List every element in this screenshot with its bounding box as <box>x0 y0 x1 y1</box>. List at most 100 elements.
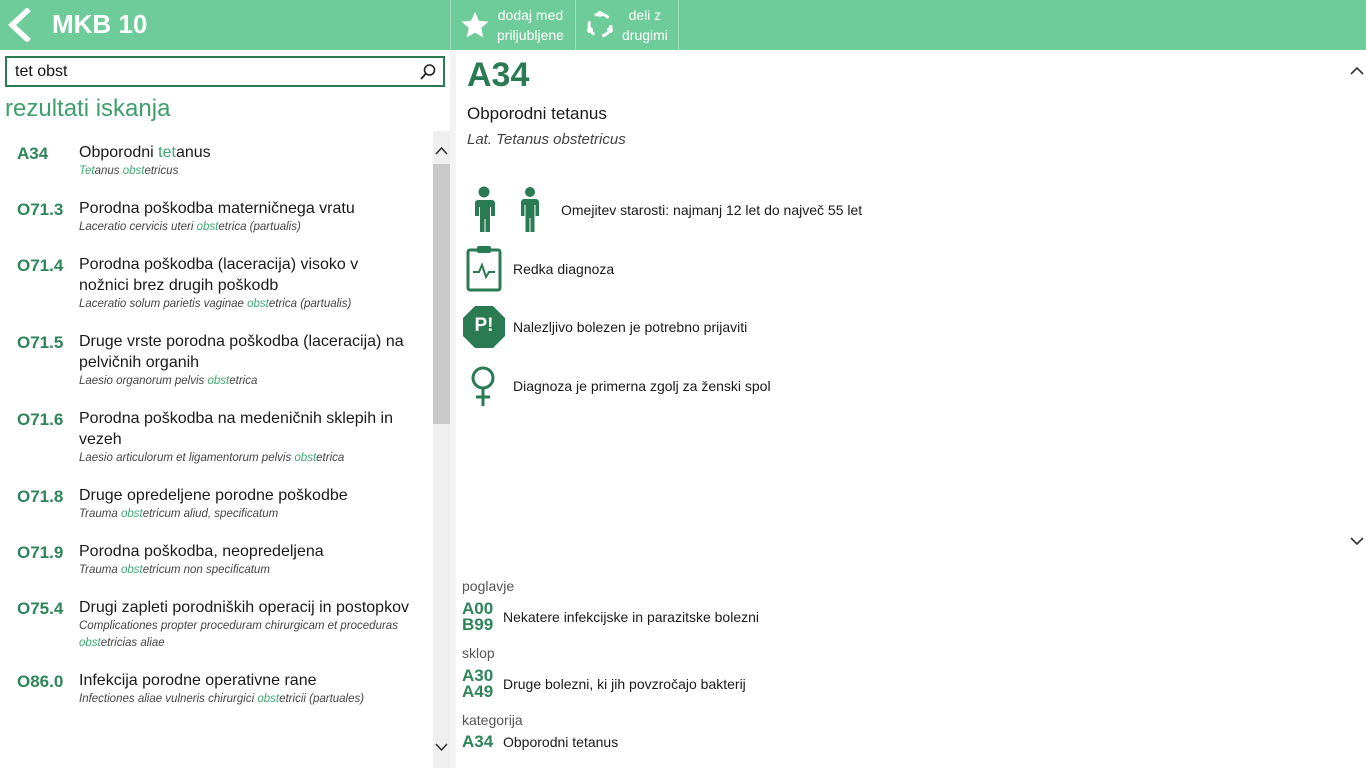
chapter-to-code: B99 <box>462 615 494 634</box>
female-only-row: Diagnoza je primerna zgolj za ženski spo… <box>462 364 771 408</box>
result-item[interactable]: O71.9 Porodna poškodba, neopredeljena Trau… <box>0 541 430 579</box>
result-body: Obporodni tetanus Tetanus obstetricus <box>79 142 409 180</box>
result-code: O71.3 <box>17 200 64 219</box>
result-latin-text: Infectiones aliae vulneris chirurgici <box>79 693 258 705</box>
result-latin-match: obst <box>79 637 101 649</box>
notifiable-badge-icon: P! <box>462 305 506 349</box>
result-code: O71.5 <box>17 333 64 352</box>
result-title-match: tet <box>158 144 176 161</box>
result-latin-match: obst <box>120 564 143 576</box>
result-body: Druge vrste porodna poškodba (laceracija… <box>79 331 409 390</box>
result-item[interactable]: O75.4 Drugi zapleti porodniških operacij … <box>0 597 430 652</box>
result-latin-text: Laceratio cervicis uteri <box>79 221 197 233</box>
result-item[interactable]: O71.3 Porodna poškodba materničnega vratu… <box>0 198 430 236</box>
result-code: O71.9 <box>17 543 64 562</box>
result-title: Druge vrste porodna poškodba (laceracija… <box>79 331 409 373</box>
result-code: O71.6 <box>17 410 64 429</box>
result-latin: Laceratio cervicis uteri obstetrica (par… <box>79 219 409 236</box>
detail-scroll-down-icon[interactable] <box>1349 532 1365 550</box>
scroll-down-icon[interactable] <box>434 738 449 756</box>
result-latin-text: Trauma <box>79 564 121 576</box>
share-label: deli z drugimi <box>622 7 668 43</box>
notifiable-badge-text: P! <box>474 315 494 336</box>
result-latin-text: Complicationes propter proceduram chirur… <box>79 620 398 632</box>
result-title: Porodna poškodba na medeničnih sklepih i… <box>79 408 409 450</box>
result-title-text: Porodna poškodba na medeničnih sklepih i… <box>79 410 393 448</box>
result-latin: Laesio articulorum et ligamentorum pelvi… <box>79 450 409 467</box>
scroll-up-icon[interactable] <box>434 142 449 160</box>
result-item[interactable]: O71.6 Porodna poškodba na medeničnih skle… <box>0 408 430 467</box>
result-latin-match: obst <box>196 221 219 233</box>
result-latin: Infectiones aliae vulneris chirurgici ob… <box>79 691 409 708</box>
result-latin-text: etricii (partuales) <box>279 693 365 705</box>
age-restriction-row: Omejitev starosti: najmanj 12 let do naj… <box>462 186 862 234</box>
chapter-name: Nekatere infekcijske in parazitske bolez… <box>503 609 760 625</box>
result-code: O75.4 <box>17 599 64 618</box>
result-latin-match: Tet <box>79 165 95 177</box>
result-code: O86.0 <box>17 672 64 691</box>
search-box <box>5 56 445 87</box>
detail-latin-name: Lat. Tetanus obstetricus <box>467 131 626 148</box>
block-link[interactable]: A30 A49 Druge bolezni, ki jih povzročajo… <box>462 667 746 700</box>
result-item[interactable]: O71.4 Porodna poškodba (laceracija) visok… <box>0 254 430 313</box>
result-latin-text: etricum non specificatum <box>142 564 270 576</box>
result-latin-text: etricum aliud, specificatum <box>142 508 279 520</box>
result-latin: Tetanus obstetricus <box>79 163 409 180</box>
result-item[interactable]: O71.8 Druge opredeljene porodne poškodbe T… <box>0 485 430 523</box>
result-latin-text: etricias aliae <box>100 637 165 649</box>
clipboard-pulse-icon <box>462 245 506 293</box>
notifiable-disease-text: Nalezljivo bolezen je potrebno prijaviti <box>513 319 748 335</box>
app-title: MKB 10 <box>52 9 148 39</box>
result-latin: Trauma obstetricum aliud, specificatum <box>79 506 409 523</box>
result-title-text: Druge vrste porodna poškodba (laceracija… <box>79 333 404 371</box>
result-title-text: Infekcija porodne operativne rane <box>79 672 317 689</box>
result-title: Infekcija porodne operativne rane <box>79 670 409 691</box>
chapter-link[interactable]: A00 B99 Nekatere infekcijske in parazits… <box>462 600 760 634</box>
notifiable-disease-row: P! Nalezljivo bolezen je potrebno prijav… <box>462 305 747 349</box>
result-title-text: Porodna poškodba, neopredeljena <box>79 543 324 560</box>
result-code: O71.4 <box>17 256 64 275</box>
rare-diagnosis-row: Redka diagnoza <box>462 245 614 293</box>
result-latin-match: obst <box>120 508 143 520</box>
result-body: Porodna poškodba, neopredeljena Trauma ob… <box>79 541 409 579</box>
result-latin-text: etrica <box>229 375 258 387</box>
result-code: A34 <box>17 144 49 163</box>
child-adult-icon <box>462 186 552 234</box>
result-latin-text: etrica <box>316 452 345 464</box>
result-latin-text: etrica (partualis) <box>218 221 301 233</box>
block-label: sklop <box>462 645 495 661</box>
result-title: Porodna poškodba materničnega vratu <box>79 198 409 219</box>
category-link[interactable]: A34 Obporodni tetanus <box>462 733 618 750</box>
result-body: Porodna poškodba na medeničnih sklepih i… <box>79 408 409 467</box>
share-button[interactable]: deli z drugimi <box>575 0 679 50</box>
result-title: Druge opredeljene porodne poškodbe <box>79 485 409 506</box>
panel-divider <box>450 50 456 768</box>
result-title-text: Porodna poškodba materničnega vratu <box>79 200 355 217</box>
result-latin-match: obst <box>247 298 269 310</box>
detail-title: Obporodni tetanus <box>467 104 607 123</box>
result-title-text: Porodna poškodba (laceracija) visoko v n… <box>79 256 359 294</box>
result-latin-match: obst <box>122 165 145 177</box>
result-title-text: anus <box>175 144 211 161</box>
search-input[interactable] <box>7 58 407 85</box>
category-label: kategorija <box>462 712 523 728</box>
result-title-text: Druge opredeljene porodne poškodbe <box>79 487 348 504</box>
result-latin-text: etricus <box>144 165 179 177</box>
result-latin-text: etrica (partualis) <box>268 298 352 310</box>
add-to-favorites-button[interactable]: dodaj med priljubljene <box>450 0 575 50</box>
result-latin: Trauma obstetricum non specificatum <box>79 562 409 579</box>
search-icon[interactable] <box>419 63 437 81</box>
back-arrow-icon[interactable] <box>5 7 39 43</box>
result-item[interactable]: A34 Obporodni tetanus Tetanus obstetricus <box>0 142 430 180</box>
result-title-text: Obporodni <box>79 144 159 161</box>
result-item[interactable]: O71.5 Druge vrste porodna poškodba (lacer… <box>0 331 430 390</box>
result-latin-text: Laceratio solum parietis vaginae <box>79 298 248 310</box>
results-scrollbar-thumb[interactable] <box>433 164 450 424</box>
result-latin: Laesio organorum pelvis obstetrica <box>79 373 409 390</box>
result-latin-match: obst <box>207 375 230 387</box>
result-title: Porodna poškodba (laceracija) visoko v n… <box>79 254 409 296</box>
result-latin: Laceratio solum parietis vaginae obstetr… <box>79 296 409 313</box>
detail-scroll-up-icon[interactable] <box>1349 62 1365 80</box>
result-item[interactable]: O86.0 Infekcija porodne operativne rane In… <box>0 670 430 708</box>
result-latin-text: anus <box>94 165 123 177</box>
